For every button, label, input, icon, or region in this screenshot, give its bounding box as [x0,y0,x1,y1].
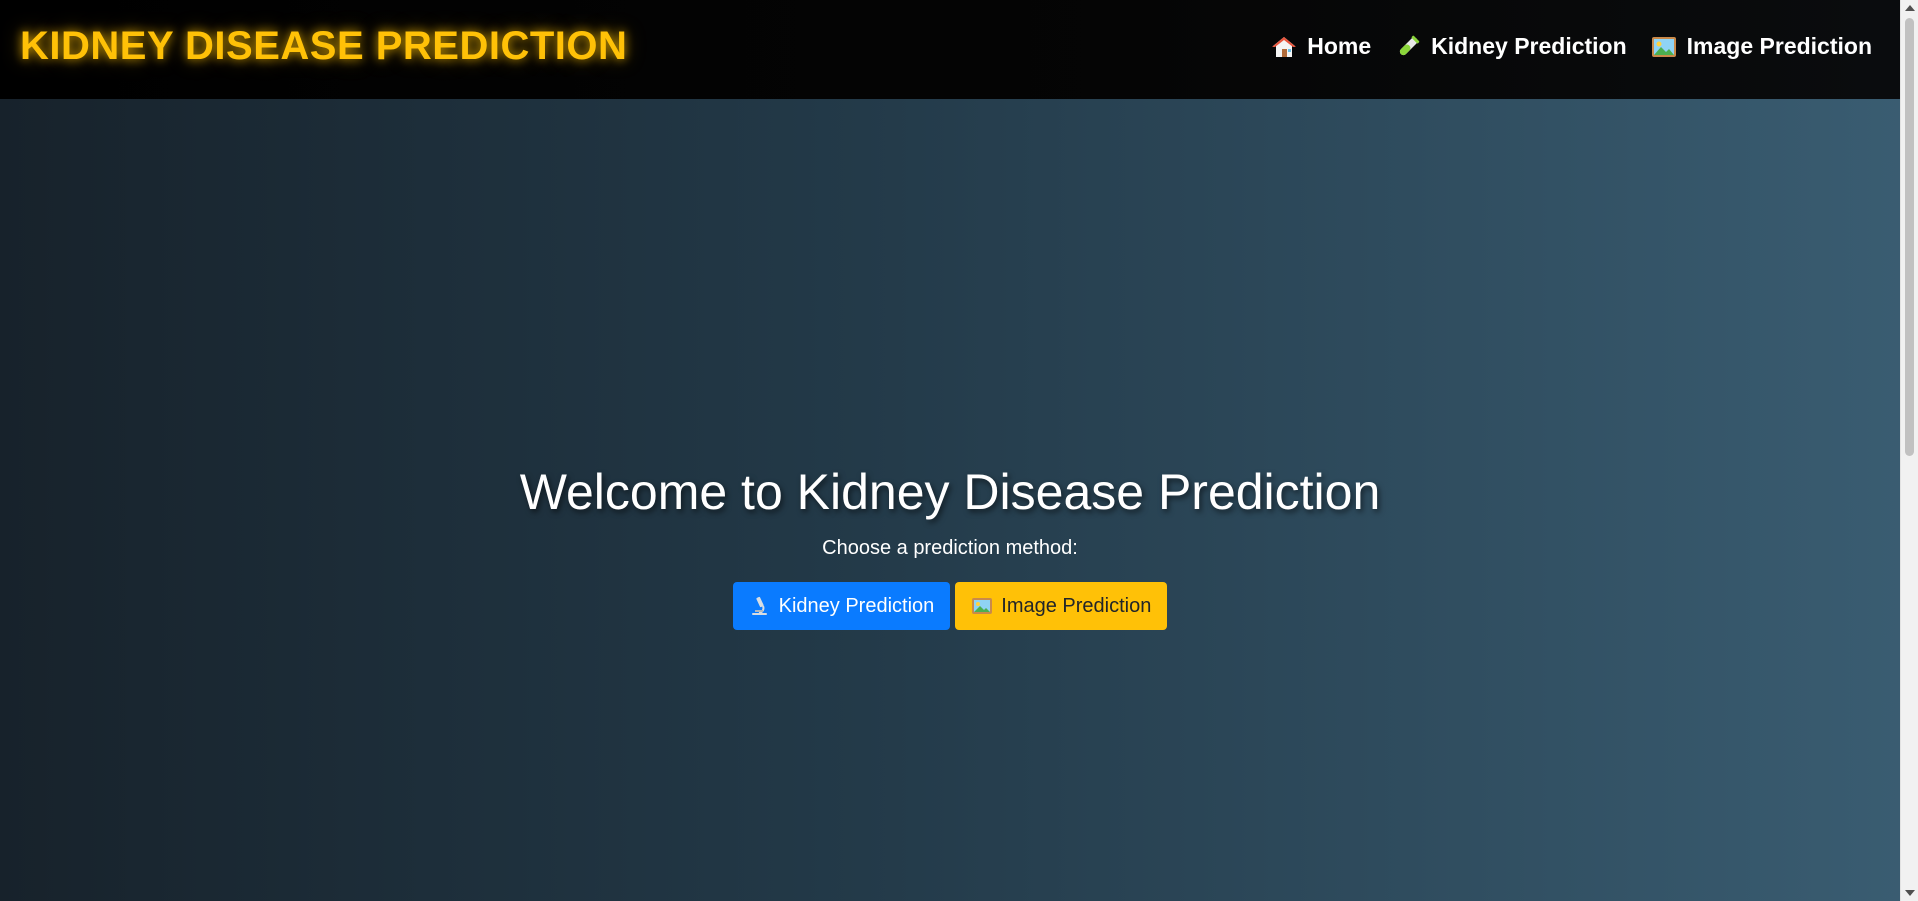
kidney-prediction-button[interactable]: Kidney Prediction [732,582,951,630]
scrollbar-thumb[interactable] [1905,18,1914,456]
kidney-prediction-button-label: Kidney Prediction [778,594,935,617]
hero-section: Welcome to Kidney Disease Prediction Cho… [0,460,1900,630]
nav-links: Home Kidney Prediction Image Prediction [1271,33,1872,60]
nav-link-home-label: Home [1307,33,1372,59]
image-prediction-button[interactable]: Image Prediction [955,582,1168,630]
scroll-up-arrow-icon[interactable] [1905,5,1915,11]
microscope-icon [749,595,771,617]
prediction-method-buttons: Kidney Prediction Image Prediction [0,582,1900,630]
brand-title[interactable]: KIDNEY DISEASE PREDICTION [20,24,627,69]
image-prediction-button-label: Image Prediction [1001,594,1152,617]
nav-link-image-prediction[interactable]: Image Prediction [1651,33,1872,60]
nav-link-image-prediction-label: Image Prediction [1686,33,1872,59]
nav-link-home[interactable]: Home [1271,33,1371,60]
nav-link-kidney-prediction-label: Kidney Prediction [1431,33,1627,59]
nav-link-kidney-prediction[interactable]: Kidney Prediction [1395,33,1627,60]
test-tube-icon [1395,34,1421,60]
scroll-down-arrow-icon[interactable] [1905,890,1915,896]
hero-subtitle: Choose a prediction method: [822,537,1078,559]
picture-icon [1651,34,1677,60]
house-icon [1271,34,1297,60]
picture-icon [971,595,993,617]
vertical-scrollbar[interactable] [1900,0,1918,901]
navbar: KIDNEY DISEASE PREDICTION Home Kidney Pr… [0,0,1900,99]
hero-title: Welcome to Kidney Disease Prediction [519,464,1381,520]
